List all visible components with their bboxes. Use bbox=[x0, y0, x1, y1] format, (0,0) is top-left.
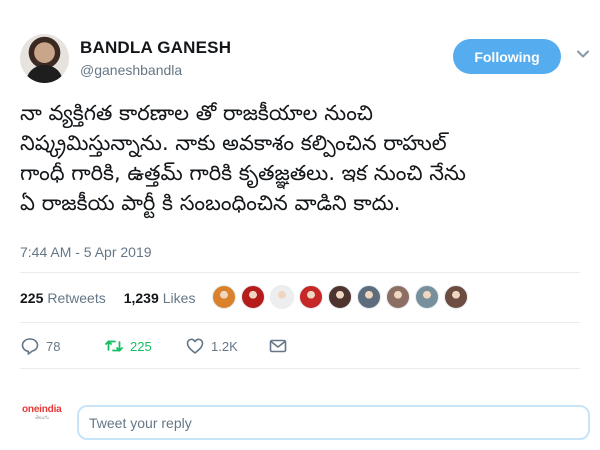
reply-input[interactable]: Tweet your reply bbox=[77, 405, 590, 440]
like-button[interactable]: 1.2K bbox=[185, 336, 238, 356]
likes-stat[interactable]: 1,239 Likes bbox=[124, 290, 196, 306]
tweet-timestamp[interactable]: 7:44 AM - 5 Apr 2019 bbox=[20, 244, 152, 260]
liker-avatar[interactable] bbox=[444, 285, 468, 309]
oneindia-logo: oneindia తెలుగు bbox=[22, 404, 62, 438]
reply-button[interactable]: 78 bbox=[20, 336, 60, 356]
liker-avatar[interactable] bbox=[357, 285, 381, 309]
liker-avatar[interactable] bbox=[328, 285, 352, 309]
likes-count: 1,239 bbox=[123, 290, 159, 306]
retweet-count: 225 bbox=[130, 338, 152, 354]
direct-message-button[interactable] bbox=[268, 336, 288, 356]
retweet-button[interactable]: 225 bbox=[104, 336, 152, 356]
divider bbox=[20, 272, 580, 273]
tweet-text: నా వ్యక్తిగత కారణాల తో రాజకీయాల నుంచి ని… bbox=[20, 98, 590, 218]
reply-composer: oneindia తెలుగు Tweet your reply bbox=[0, 380, 600, 450]
divider bbox=[20, 368, 580, 369]
tweet-text-line: ఏ రాజకీయ పార్టీ కి సంబంధించిన వాడిని కాద… bbox=[20, 191, 401, 215]
author-name[interactable]: BANDLA GANESH bbox=[80, 38, 231, 58]
retweets-count: 225 bbox=[20, 290, 44, 306]
avatar[interactable] bbox=[20, 34, 69, 83]
chevron-down-icon[interactable] bbox=[576, 47, 590, 61]
retweets-stat[interactable]: 225 Retweets bbox=[20, 290, 106, 306]
tweet-stats: 225 Retweets 1,239 Likes bbox=[20, 290, 195, 306]
reply-count: 78 bbox=[46, 338, 61, 354]
liker-avatar[interactable] bbox=[386, 285, 410, 309]
like-count: 1.2K bbox=[211, 338, 238, 354]
logo-text: oneindia bbox=[22, 404, 62, 415]
tweet-text-line: నా వ్యక్తిగత కారణాల తో రాజకీయాల నుంచి bbox=[20, 101, 373, 125]
tweet-text-line: నిష్క్రమిస్తున్నాను. నాకు అవకాశం కల్పించ… bbox=[20, 131, 447, 155]
retweet-icon bbox=[105, 340, 123, 352]
logo-subtext: తెలుగు bbox=[35, 415, 49, 421]
tweet-text-line: గాంధీ గారికి, ఉత్తమ్ గారికి కృతజ్ఞతలు. ఇ… bbox=[20, 161, 466, 185]
liker-avatar[interactable] bbox=[415, 285, 439, 309]
tweet-actions: 78 225 1.2K bbox=[20, 336, 580, 360]
reply-icon bbox=[21, 338, 39, 355]
liker-avatar[interactable] bbox=[299, 285, 323, 309]
envelope-icon bbox=[269, 339, 287, 353]
tweet-header: BANDLA GANESH @ganeshbandla Following bbox=[20, 34, 590, 84]
divider bbox=[20, 322, 580, 323]
likes-label: Likes bbox=[162, 290, 196, 306]
author-handle[interactable]: @ganeshbandla bbox=[80, 62, 182, 78]
heart-icon bbox=[186, 338, 204, 354]
liker-avatar[interactable] bbox=[212, 285, 236, 309]
tweet-card: BANDLA GANESH @ganeshbandla Following నా… bbox=[0, 0, 600, 450]
liker-avatar[interactable] bbox=[241, 285, 265, 309]
following-button[interactable]: Following bbox=[453, 39, 561, 74]
liker-avatar[interactable] bbox=[270, 285, 294, 309]
retweets-label: Retweets bbox=[47, 290, 106, 306]
